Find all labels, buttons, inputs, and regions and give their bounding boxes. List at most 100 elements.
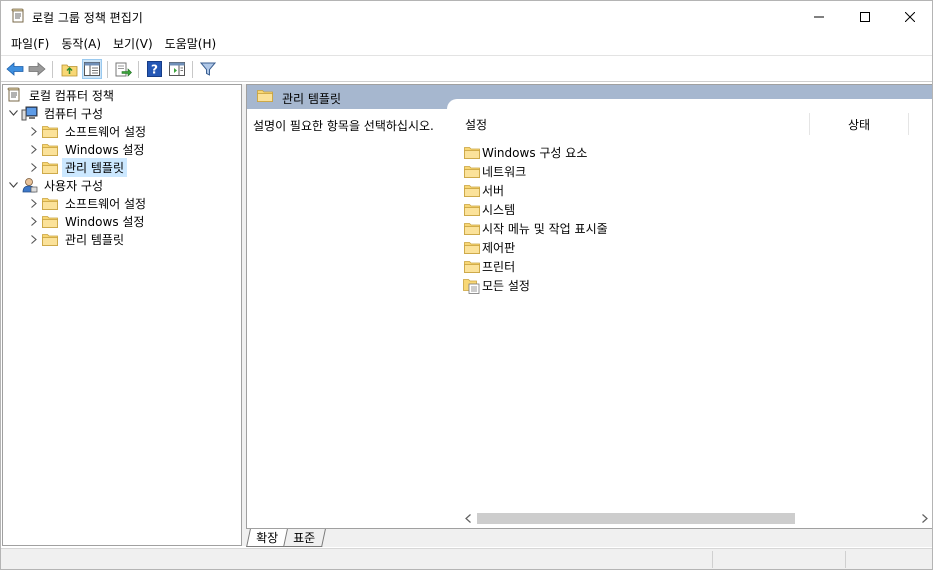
folder-icon [41,213,59,229]
toolbar-separator [52,61,53,78]
tree-item-computer-windows-settings[interactable]: Windows 설정 [27,140,147,158]
horizontal-scrollbar[interactable] [459,510,932,527]
menu-help[interactable]: 도움말(H) [159,32,223,54]
folder-icon [463,221,480,237]
scroll-left-icon[interactable] [459,510,476,527]
toolbar-separator [138,61,139,78]
tree-item-label: 로컬 컴퓨터 정책 [29,88,114,103]
tab-label: 표준 [293,531,316,545]
title-bar: 로컬 그룹 정책 편집기 [1,1,932,32]
header-curve [447,99,932,109]
details-header: 관리 템플릿 [247,85,932,109]
close-button[interactable] [887,1,933,32]
list-item[interactable]: 서버 [463,181,504,200]
toolbar-separator [192,61,193,78]
filter-icon[interactable] [198,59,218,79]
folder-icon [41,159,59,175]
toolbar: ? [1,55,932,82]
description-column: 설명이 필요한 항목을 선택하십시오. [247,109,449,528]
tab-extended[interactable]: 확장 [246,529,288,547]
show-hide-action-pane-icon[interactable] [167,59,187,79]
list-item-label: 시스템 [482,203,516,217]
list-item-label: 제어판 [482,241,516,255]
folder-icon [463,183,480,199]
list-item[interactable]: Windows 구성 요소 [463,143,587,162]
chevron-right-icon[interactable] [27,212,41,230]
list-item[interactable]: 프린터 [463,257,515,276]
menu-file[interactable]: 파일(F) [1,32,55,54]
computer-icon [20,105,38,121]
menu-action[interactable]: 동작(A) [55,32,107,54]
scrollbar-thumb[interactable] [477,513,795,524]
policy-scroll-icon [10,8,26,24]
back-arrow-icon[interactable] [5,59,25,79]
list-item-label: 프린터 [482,260,516,274]
column-header-setting[interactable]: 설정 [465,113,809,135]
list-item-label: 시작 메뉴 및 작업 표시줄 [482,222,608,236]
folder-icon [463,202,480,218]
list-item[interactable]: 네트워크 [463,162,526,181]
details-header-title: 관리 템플릿 [282,92,342,106]
chevron-right-icon[interactable] [27,140,41,158]
svg-text:?: ? [151,63,158,77]
tree-item-computer-software-settings[interactable]: 소프트웨어 설정 [27,122,149,140]
menu-bar: 파일(F) 동작(A) 보기(V) 도움말(H) [1,32,932,54]
tree-item-label: 소프트웨어 설정 [65,124,147,139]
folder-icon [41,231,59,247]
all-settings-icon [463,278,480,294]
list-item[interactable]: 시작 메뉴 및 작업 표시줄 [463,219,608,238]
export-list-icon[interactable] [113,59,133,79]
help-icon[interactable]: ? [144,59,164,79]
chevron-right-icon[interactable] [27,158,41,176]
list-item[interactable]: 모든 설정 [463,276,530,295]
tree-item-user-admin-templates[interactable]: 관리 템플릿 [27,230,127,248]
toolbar-separator [107,61,108,78]
tree-item-label: Windows 설정 [65,142,145,157]
up-folder-icon[interactable] [59,59,79,79]
tree-item-label: 관리 템플릿 [65,232,125,247]
list-item[interactable]: 제어판 [463,238,515,257]
status-bar [1,548,932,569]
tree-pane: 로컬 컴퓨터 정책 컴퓨터 구성 소프트웨어 설정 Windows 설정 관리 … [2,84,242,546]
tree-item-local-computer-policy[interactable]: 로컬 컴퓨터 정책 [5,86,117,104]
tree-item-user-windows-settings[interactable]: Windows 설정 [27,212,147,230]
policy-scroll-icon [5,87,23,103]
folder-icon [463,259,480,275]
folder-icon [41,141,59,157]
menu-view[interactable]: 보기(V) [107,32,159,54]
chevron-down-icon[interactable] [6,104,20,122]
folder-icon [463,240,480,256]
status-cell [845,551,932,568]
forward-arrow-icon[interactable] [27,59,47,79]
tree-item-label: 소프트웨어 설정 [65,196,147,211]
chevron-right-icon[interactable] [27,230,41,248]
list-item[interactable]: 시스템 [463,200,515,219]
status-cell [712,551,845,568]
list-item-label: 서버 [482,184,505,198]
minimize-button[interactable] [796,1,842,32]
maximize-button[interactable] [842,1,888,32]
column-header-state[interactable]: 상태 [809,113,909,135]
scroll-right-icon[interactable] [916,510,932,527]
app-window: 로컬 그룹 정책 편집기 파일(F) 동작(A) 보기(V) 도움말(H) ? … [0,0,933,570]
view-tabs: 확장 표준 [246,529,932,547]
folder-icon [41,195,59,211]
tree-item-computer-config[interactable]: 컴퓨터 구성 [6,104,106,122]
folder-icon [41,123,59,139]
user-icon [20,177,38,193]
chevron-down-icon[interactable] [6,176,20,194]
tree-item-label: 컴퓨터 구성 [44,106,104,121]
list-item-label: 네트워크 [482,165,527,179]
tree-item-label: 관리 템플릿 [62,157,128,177]
folder-icon [463,145,480,161]
tree-item-label: Windows 설정 [65,214,145,229]
tab-standard[interactable]: 표준 [284,529,326,547]
tree-item-computer-admin-templates[interactable]: 관리 템플릿 [27,157,128,177]
window-title: 로컬 그룹 정책 편집기 [32,11,143,25]
tree-item-user-software-settings[interactable]: 소프트웨어 설정 [27,194,149,212]
show-hide-tree-icon[interactable] [82,59,102,79]
tree-item-user-config[interactable]: 사용자 구성 [6,176,106,194]
chevron-right-icon[interactable] [27,194,41,212]
settings-list: 설정 상태 Windows 구성 요소 네트워크 서버 시스템 시작 메뉴 및 … [459,109,932,509]
chevron-right-icon[interactable] [27,122,41,140]
